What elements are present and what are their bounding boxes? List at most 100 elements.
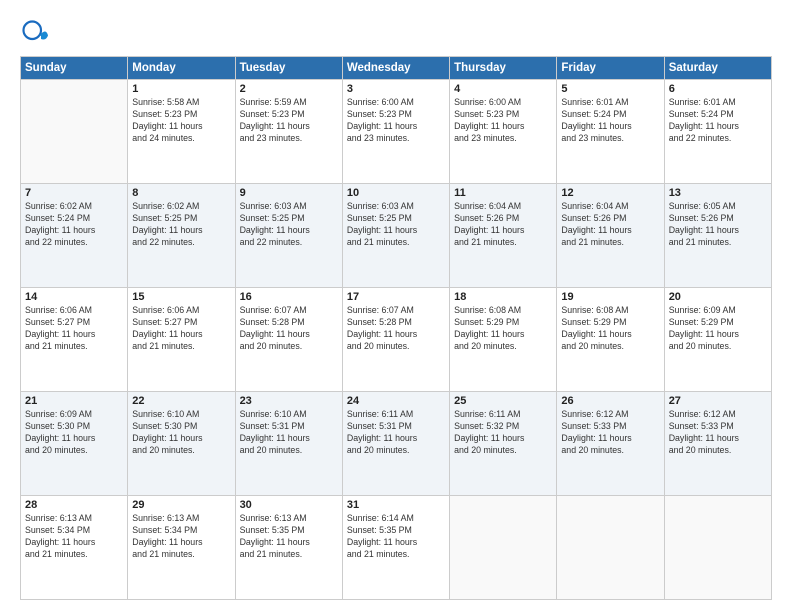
day-info: Sunrise: 6:06 AMSunset: 5:27 PMDaylight:… xyxy=(132,305,230,353)
day-info: Sunrise: 6:09 AMSunset: 5:29 PMDaylight:… xyxy=(669,305,767,353)
day-info: Sunrise: 6:00 AMSunset: 5:23 PMDaylight:… xyxy=(454,97,552,145)
calendar-cell: 31 Sunrise: 6:14 AMSunset: 5:35 PMDayligh… xyxy=(342,496,449,600)
calendar-cell: 13Sunrise: 6:05 AMSunset: 5:26 PMDayligh… xyxy=(664,184,771,288)
calendar: SundayMondayTuesdayWednesdayThursdayFrid… xyxy=(20,56,772,600)
day-number: 29 xyxy=(132,499,230,511)
day-number: 15 xyxy=(132,291,230,303)
calendar-header-row: SundayMondayTuesdayWednesdayThursdayFrid… xyxy=(21,57,772,80)
calendar-week-5: 28Sunrise: 6:13 AMSunset: 5:34 PMDayligh… xyxy=(21,496,772,600)
day-number: 27 xyxy=(669,395,767,407)
day-info: Sunrise: 6:06 AMSunset: 5:27 PMDaylight:… xyxy=(25,305,123,353)
day-number: 16 xyxy=(240,291,338,303)
calendar-cell xyxy=(450,496,557,600)
day-info: Sunrise: 6:09 AMSunset: 5:30 PMDaylight:… xyxy=(25,409,123,457)
calendar-cell: 26 Sunrise: 6:12 AMSunset: 5:33 PMDayligh… xyxy=(557,392,664,496)
calendar-cell xyxy=(664,496,771,600)
calendar-week-1: 1 Sunrise: 5:58 AMSunset: 5:23 PMDaylight… xyxy=(21,80,772,184)
day-number: 6 xyxy=(669,83,767,95)
day-number: 30 xyxy=(240,499,338,511)
day-number: 23 xyxy=(240,395,338,407)
day-number: 7 xyxy=(25,187,123,199)
day-number: 26 xyxy=(561,395,659,407)
day-info: Sunrise: 6:11 AMSunset: 5:31 PMDaylight:… xyxy=(347,409,445,457)
calendar-cell: 21Sunrise: 6:09 AMSunset: 5:30 PMDayligh… xyxy=(21,392,128,496)
calendar-cell: 15 Sunrise: 6:06 AMSunset: 5:27 PMDayligh… xyxy=(128,288,235,392)
calendar-cell: 10 Sunrise: 6:03 AMSunset: 5:25 PMDayligh… xyxy=(342,184,449,288)
day-info: Sunrise: 6:02 AMSunset: 5:25 PMDaylight:… xyxy=(132,201,230,249)
calendar-cell: 3 Sunrise: 6:00 AMSunset: 5:23 PMDaylight… xyxy=(342,80,449,184)
day-info: Sunrise: 6:03 AMSunset: 5:25 PMDaylight:… xyxy=(347,201,445,249)
day-info: Sunrise: 6:10 AMSunset: 5:31 PMDaylight:… xyxy=(240,409,338,457)
day-info: Sunrise: 6:12 AMSunset: 5:33 PMDaylight:… xyxy=(669,409,767,457)
day-number: 12 xyxy=(561,187,659,199)
day-number: 9 xyxy=(240,187,338,199)
calendar-week-4: 21Sunrise: 6:09 AMSunset: 5:30 PMDayligh… xyxy=(21,392,772,496)
day-info: Sunrise: 6:04 AMSunset: 5:26 PMDaylight:… xyxy=(454,201,552,249)
calendar-cell: 29Sunrise: 6:13 AMSunset: 5:34 PMDayligh… xyxy=(128,496,235,600)
calendar-week-2: 7 Sunrise: 6:02 AMSunset: 5:24 PMDaylight… xyxy=(21,184,772,288)
calendar-col-wednesday: Wednesday xyxy=(342,57,449,80)
header xyxy=(20,18,772,46)
calendar-cell: 14 Sunrise: 6:06 AMSunset: 5:27 PMDayligh… xyxy=(21,288,128,392)
day-number: 18 xyxy=(454,291,552,303)
day-number: 8 xyxy=(132,187,230,199)
calendar-cell: 28Sunrise: 6:13 AMSunset: 5:34 PMDayligh… xyxy=(21,496,128,600)
day-info: Sunrise: 6:13 AMSunset: 5:34 PMDaylight:… xyxy=(25,513,123,561)
day-info: Sunrise: 6:11 AMSunset: 5:32 PMDaylight:… xyxy=(454,409,552,457)
calendar-cell: 7 Sunrise: 6:02 AMSunset: 5:24 PMDaylight… xyxy=(21,184,128,288)
calendar-cell: 23 Sunrise: 6:10 AMSunset: 5:31 PMDayligh… xyxy=(235,392,342,496)
day-number: 1 xyxy=(132,83,230,95)
day-number: 5 xyxy=(561,83,659,95)
day-number: 25 xyxy=(454,395,552,407)
calendar-cell: 18 Sunrise: 6:08 AMSunset: 5:29 PMDayligh… xyxy=(450,288,557,392)
logo-icon xyxy=(20,18,48,46)
day-number: 19 xyxy=(561,291,659,303)
calendar-cell: 16 Sunrise: 6:07 AMSunset: 5:28 PMDayligh… xyxy=(235,288,342,392)
calendar-col-friday: Friday xyxy=(557,57,664,80)
day-info: Sunrise: 6:08 AMSunset: 5:29 PMDaylight:… xyxy=(561,305,659,353)
day-number: 17 xyxy=(347,291,445,303)
day-info: Sunrise: 6:13 AMSunset: 5:35 PMDaylight:… xyxy=(240,513,338,561)
day-number: 31 xyxy=(347,499,445,511)
calendar-cell: 27 Sunrise: 6:12 AMSunset: 5:33 PMDayligh… xyxy=(664,392,771,496)
calendar-col-monday: Monday xyxy=(128,57,235,80)
day-number: 2 xyxy=(240,83,338,95)
calendar-cell: 6Sunrise: 6:01 AMSunset: 5:24 PMDaylight… xyxy=(664,80,771,184)
calendar-cell: 5Sunrise: 6:01 AMSunset: 5:24 PMDaylight… xyxy=(557,80,664,184)
day-number: 10 xyxy=(347,187,445,199)
day-info: Sunrise: 6:07 AMSunset: 5:28 PMDaylight:… xyxy=(240,305,338,353)
day-number: 14 xyxy=(25,291,123,303)
day-info: Sunrise: 6:08 AMSunset: 5:29 PMDaylight:… xyxy=(454,305,552,353)
day-info: Sunrise: 6:10 AMSunset: 5:30 PMDaylight:… xyxy=(132,409,230,457)
calendar-cell: 11 Sunrise: 6:04 AMSunset: 5:26 PMDayligh… xyxy=(450,184,557,288)
calendar-cell: 30 Sunrise: 6:13 AMSunset: 5:35 PMDayligh… xyxy=(235,496,342,600)
day-info: Sunrise: 5:59 AMSunset: 5:23 PMDaylight:… xyxy=(240,97,338,145)
calendar-cell: 8 Sunrise: 6:02 AMSunset: 5:25 PMDaylight… xyxy=(128,184,235,288)
calendar-cell: 4 Sunrise: 6:00 AMSunset: 5:23 PMDaylight… xyxy=(450,80,557,184)
calendar-cell xyxy=(557,496,664,600)
calendar-cell: 12 Sunrise: 6:04 AMSunset: 5:26 PMDayligh… xyxy=(557,184,664,288)
day-number: 3 xyxy=(347,83,445,95)
calendar-cell: 9 Sunrise: 6:03 AMSunset: 5:25 PMDaylight… xyxy=(235,184,342,288)
calendar-cell: 17Sunrise: 6:07 AMSunset: 5:28 PMDayligh… xyxy=(342,288,449,392)
day-number: 22 xyxy=(132,395,230,407)
day-number: 4 xyxy=(454,83,552,95)
day-info: Sunrise: 6:05 AMSunset: 5:26 PMDaylight:… xyxy=(669,201,767,249)
day-number: 20 xyxy=(669,291,767,303)
day-info: Sunrise: 6:00 AMSunset: 5:23 PMDaylight:… xyxy=(347,97,445,145)
calendar-cell xyxy=(21,80,128,184)
day-info: Sunrise: 6:14 AMSunset: 5:35 PMDaylight:… xyxy=(347,513,445,561)
logo xyxy=(20,18,52,46)
calendar-cell: 24 Sunrise: 6:11 AMSunset: 5:31 PMDayligh… xyxy=(342,392,449,496)
calendar-cell: 19 Sunrise: 6:08 AMSunset: 5:29 PMDayligh… xyxy=(557,288,664,392)
day-info: Sunrise: 6:12 AMSunset: 5:33 PMDaylight:… xyxy=(561,409,659,457)
calendar-cell: 25 Sunrise: 6:11 AMSunset: 5:32 PMDayligh… xyxy=(450,392,557,496)
calendar-week-3: 14 Sunrise: 6:06 AMSunset: 5:27 PMDayligh… xyxy=(21,288,772,392)
calendar-col-thursday: Thursday xyxy=(450,57,557,80)
day-info: Sunrise: 6:04 AMSunset: 5:26 PMDaylight:… xyxy=(561,201,659,249)
day-number: 24 xyxy=(347,395,445,407)
day-number: 11 xyxy=(454,187,552,199)
day-info: Sunrise: 6:02 AMSunset: 5:24 PMDaylight:… xyxy=(25,201,123,249)
day-info: Sunrise: 6:03 AMSunset: 5:25 PMDaylight:… xyxy=(240,201,338,249)
day-info: Sunrise: 5:58 AMSunset: 5:23 PMDaylight:… xyxy=(132,97,230,145)
